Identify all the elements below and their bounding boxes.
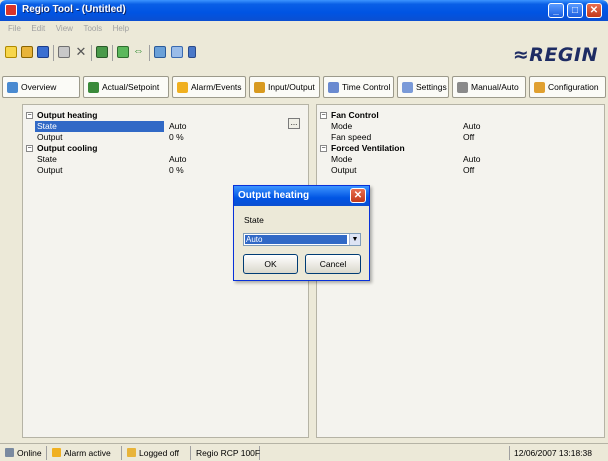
menu-tools[interactable]: Tools xyxy=(83,24,102,33)
new-icon[interactable] xyxy=(5,46,17,58)
state-select-value: Auto xyxy=(245,235,347,244)
row-cooling-state-value: Auto xyxy=(169,154,187,164)
status-bar: Online Alarm active Logged off Regio RCP… xyxy=(0,443,608,461)
collapse-fan-control[interactable]: − xyxy=(320,112,327,119)
transfer-icon[interactable]: ⇔ xyxy=(133,46,145,58)
tab-bar: Overview Actual/Setpoint Alarm/Events In… xyxy=(0,69,608,100)
menu-help[interactable]: Help xyxy=(113,24,129,33)
row-ventilation-output-value: Off xyxy=(463,165,475,175)
row-fan-mode-value: Auto xyxy=(463,121,481,131)
group-forced-ventilation: Forced Ventilation xyxy=(331,143,405,153)
row-ventilation-mode-label: Mode xyxy=(331,154,353,164)
alarm-icon xyxy=(177,82,188,93)
config-icon xyxy=(534,82,545,93)
wand-icon[interactable] xyxy=(188,46,196,58)
state-select[interactable]: Auto ▼ xyxy=(243,233,361,246)
clock-icon xyxy=(328,82,339,93)
status-online: Online xyxy=(3,446,47,460)
menu-bar: File Edit View Tools Help xyxy=(0,21,608,37)
row-cooling-state-label: State xyxy=(37,154,57,164)
setpoint-icon xyxy=(88,82,99,93)
group-output-cooling: Output cooling xyxy=(37,143,98,153)
network-icon xyxy=(5,448,14,457)
alarm-icon xyxy=(52,448,61,457)
save-icon[interactable] xyxy=(37,46,49,58)
tab-manual-auto[interactable]: Manual/Auto xyxy=(452,76,526,98)
ok-button[interactable]: OK xyxy=(243,254,298,274)
row-ventilation-output-label: Output xyxy=(331,165,357,175)
minimize-button[interactable]: _ xyxy=(548,3,564,18)
delete-icon[interactable]: ✕ xyxy=(75,45,87,58)
overview-icon xyxy=(7,82,18,93)
print-icon[interactable] xyxy=(58,46,70,58)
tab-input-output[interactable]: Input/Output xyxy=(249,76,320,98)
row-fan-mode-label: Mode xyxy=(331,121,353,131)
tab-settings[interactable]: Settings xyxy=(397,76,449,98)
io-icon xyxy=(254,82,265,93)
maximize-button[interactable]: □ xyxy=(567,3,583,18)
tab-configuration[interactable]: Configuration xyxy=(529,76,606,98)
row-cooling-output-value: 0 % xyxy=(169,165,184,175)
status-datetime: 12/06/2007 13:18:38 xyxy=(509,446,606,460)
row-fan-speed-label: Fan speed xyxy=(331,132,372,142)
menu-file[interactable]: File xyxy=(8,24,21,33)
menu-view[interactable]: View xyxy=(56,24,73,33)
menu-edit[interactable]: Edit xyxy=(31,24,45,33)
dialog-field-label: State xyxy=(244,215,264,225)
row-ventilation-mode-value: Auto xyxy=(463,154,481,164)
user-icon xyxy=(127,448,136,457)
row-heating-state-value: Auto xyxy=(169,121,187,131)
output-heating-dialog: Output heating ✕ State Auto ▼ OK Cancel xyxy=(233,185,370,281)
settings-icon xyxy=(402,82,413,93)
collapse-output-heating[interactable]: − xyxy=(26,112,33,119)
title-bar[interactable]: Regio Tool - (Untitled) _ □ ✕ xyxy=(0,0,608,21)
group-output-heating: Output heating xyxy=(37,110,98,120)
row-fan-speed-value: Off xyxy=(463,132,475,142)
group-fan-control: Fan Control xyxy=(331,110,379,120)
collapse-output-cooling[interactable]: − xyxy=(26,145,33,152)
tab-actual-setpoint[interactable]: Actual/Setpoint xyxy=(83,76,169,98)
regin-logo: ≈REGIN xyxy=(512,44,598,66)
open-icon[interactable] xyxy=(21,46,33,58)
cancel-button[interactable]: Cancel xyxy=(305,254,361,274)
check-icon[interactable] xyxy=(154,46,166,58)
status-login: Logged off xyxy=(125,446,191,460)
chevron-down-icon[interactable]: ▼ xyxy=(349,234,360,245)
tab-time-control[interactable]: Time Control xyxy=(323,76,394,98)
close-button[interactable]: ✕ xyxy=(586,3,602,18)
dialog-close-button[interactable]: ✕ xyxy=(350,188,366,203)
row-heating-state-label[interactable]: State xyxy=(35,121,164,132)
status-alarm: Alarm active xyxy=(50,446,122,460)
tab-alarm-events[interactable]: Alarm/Events xyxy=(172,76,246,98)
row-cooling-output-label: Output xyxy=(37,165,63,175)
manual-icon xyxy=(457,82,468,93)
ellipsis-button[interactable]: ... xyxy=(288,118,300,129)
dialog-title[interactable]: Output heating xyxy=(234,186,369,206)
connect-icon[interactable] xyxy=(117,46,129,58)
row-heating-output-label: Output xyxy=(37,132,63,142)
app-icon xyxy=(5,4,17,16)
refresh-icon[interactable] xyxy=(96,46,108,58)
row-heating-output-value: 0 % xyxy=(169,132,184,142)
collapse-forced-ventilation[interactable]: − xyxy=(320,145,327,152)
toolbar: ✕ ⇔ ≈REGIN xyxy=(0,37,608,69)
tab-overview[interactable]: Overview xyxy=(2,76,80,98)
window-title: Regio Tool - (Untitled) xyxy=(22,4,126,15)
edit-icon[interactable] xyxy=(171,46,183,58)
status-device: Regio RCP 100F xyxy=(196,446,261,460)
